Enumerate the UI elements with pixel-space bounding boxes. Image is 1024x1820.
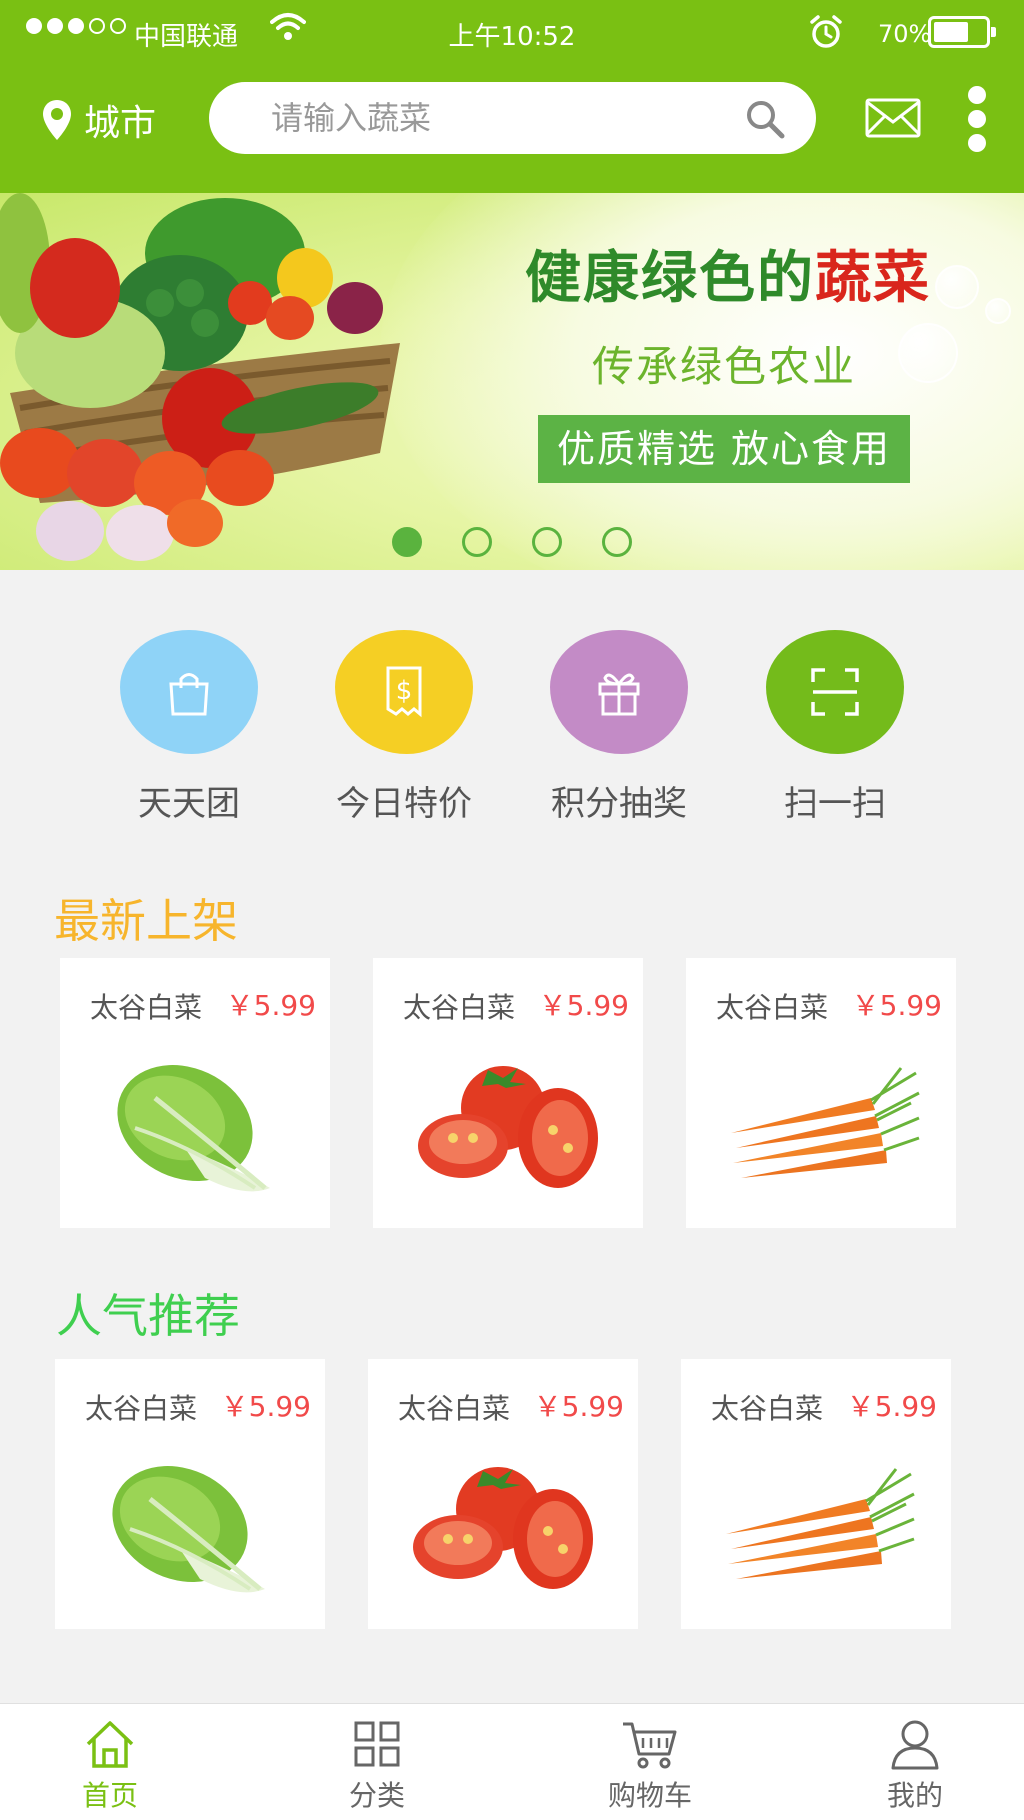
search-icon[interactable]: [744, 98, 786, 140]
tomatoes-image: [418, 1066, 598, 1188]
carousel-dot[interactable]: [602, 527, 632, 557]
quick-item-daily-group[interactable]: 天天团: [89, 630, 289, 825]
city-label: 城市: [84, 103, 157, 144]
tomatoes-image: [413, 1467, 593, 1589]
product-name: 太谷白菜: [90, 991, 203, 1024]
header: 中国联通 上午10:52 70% 城市 请输入蔬菜: [0, 0, 1024, 193]
section-title-new-arrivals: 最新上架: [54, 894, 238, 948]
carousel-dot[interactable]: [532, 527, 562, 557]
mail-icon[interactable]: [865, 98, 921, 138]
product-price: ￥5.99: [851, 989, 942, 1022]
napa-cabbage-image: [117, 1065, 270, 1192]
banner-tag: 优质精选 放心食用: [538, 415, 910, 483]
napa-cabbage-image: [112, 1466, 265, 1593]
quick-item-label: 天天团: [138, 784, 240, 824]
product-card[interactable]: 太谷白菜 ￥5.99: [373, 958, 643, 1228]
alarm-clock-icon: [810, 15, 842, 48]
product-name: 太谷白菜: [403, 991, 516, 1024]
gift-icon: [550, 630, 688, 754]
product-name: 太谷白菜: [711, 1392, 824, 1425]
quick-item-label: 今日特价: [336, 784, 472, 824]
app-home-screen: 中国联通 上午10:52 70% 城市 请输入蔬菜 健康绿色的蔬菜 传承绿色农业…: [0, 0, 1024, 1820]
product-price: ￥5.99: [533, 1390, 624, 1423]
quick-item-label: 积分抽奖: [551, 784, 687, 824]
carrots-image: [731, 1067, 920, 1178]
carrots-image: [726, 1468, 915, 1579]
quick-item-daily-deals[interactable]: $ 今日特价: [304, 630, 504, 825]
vegetable-basket-image: [0, 193, 400, 561]
product-name: 太谷白菜: [85, 1392, 198, 1425]
tab-cart[interactable]: 购物车: [580, 1718, 720, 1814]
quick-item-scan[interactable]: 扫一扫: [735, 630, 935, 825]
user-icon: [891, 1720, 939, 1770]
bottom-tab-bar: 首页 分类 购物车 我的: [0, 1703, 1024, 1820]
banner-title: 健康绿色的蔬菜: [525, 246, 931, 311]
quick-item-label: 扫一扫: [784, 784, 886, 824]
receipt-dollar-icon: $: [335, 630, 473, 754]
shopping-bag-icon: [120, 630, 258, 754]
product-price: ￥5.99: [846, 1390, 937, 1423]
clock-time: 上午10:52: [448, 22, 576, 52]
status-bar: 中国联通 上午10:52 70%: [0, 0, 1024, 64]
tab-label: 首页: [81, 1779, 138, 1812]
search-box[interactable]: [209, 82, 816, 154]
tab-label: 分类: [348, 1779, 405, 1812]
product-name: 太谷白菜: [716, 991, 829, 1024]
cart-icon: [623, 1722, 677, 1769]
product-card[interactable]: 太谷白菜 ￥5.99: [60, 958, 330, 1228]
carousel-indicator[interactable]: [392, 527, 632, 557]
home-icon: [86, 1721, 134, 1768]
tab-home[interactable]: 首页: [40, 1718, 180, 1814]
quick-menu: 天天团 $ 今日特价 积分抽奖 扫一扫: [0, 630, 1024, 830]
tab-label: 购物车: [607, 1779, 692, 1812]
product-card[interactable]: 太谷白菜 ￥5.99: [55, 1359, 325, 1629]
product-price: ￥5.99: [225, 989, 316, 1022]
carousel-dot[interactable]: [462, 527, 492, 557]
battery-percent: 70%: [878, 20, 932, 48]
section-title-popular: 人气推荐: [56, 1289, 240, 1343]
grid-icon: [354, 1721, 400, 1767]
scan-icon: [766, 630, 904, 754]
quick-item-points-lottery[interactable]: 积分抽奖: [519, 630, 719, 825]
tab-profile[interactable]: 我的: [845, 1718, 985, 1814]
banner-subtitle: 传承绿色农业: [592, 342, 857, 391]
product-price: ￥5.99: [220, 1390, 311, 1423]
tab-label: 我的: [886, 1779, 943, 1812]
product-card[interactable]: 太谷白菜 ￥5.99: [681, 1359, 951, 1629]
product-name: 太谷白菜: [398, 1392, 511, 1425]
top-bar: 城市: [0, 64, 1024, 193]
carousel-dot[interactable]: [392, 527, 422, 557]
battery-level-fill: [934, 22, 969, 42]
battery-icon: [928, 16, 996, 48]
tab-category[interactable]: 分类: [307, 1718, 447, 1814]
product-card[interactable]: 太谷白菜 ￥5.99: [686, 958, 956, 1228]
svg-text:$: $: [396, 676, 413, 706]
product-price: ￥5.99: [538, 989, 629, 1022]
promo-banner[interactable]: 健康绿色的蔬菜 传承绿色农业 优质精选 放心食用: [0, 193, 1024, 570]
search-input[interactable]: [271, 82, 711, 154]
location-pin-icon: [43, 100, 71, 140]
product-card[interactable]: 太谷白菜 ￥5.99: [368, 1359, 638, 1629]
more-menu-icon[interactable]: [965, 86, 989, 152]
city-selector[interactable]: 城市: [40, 94, 156, 146]
